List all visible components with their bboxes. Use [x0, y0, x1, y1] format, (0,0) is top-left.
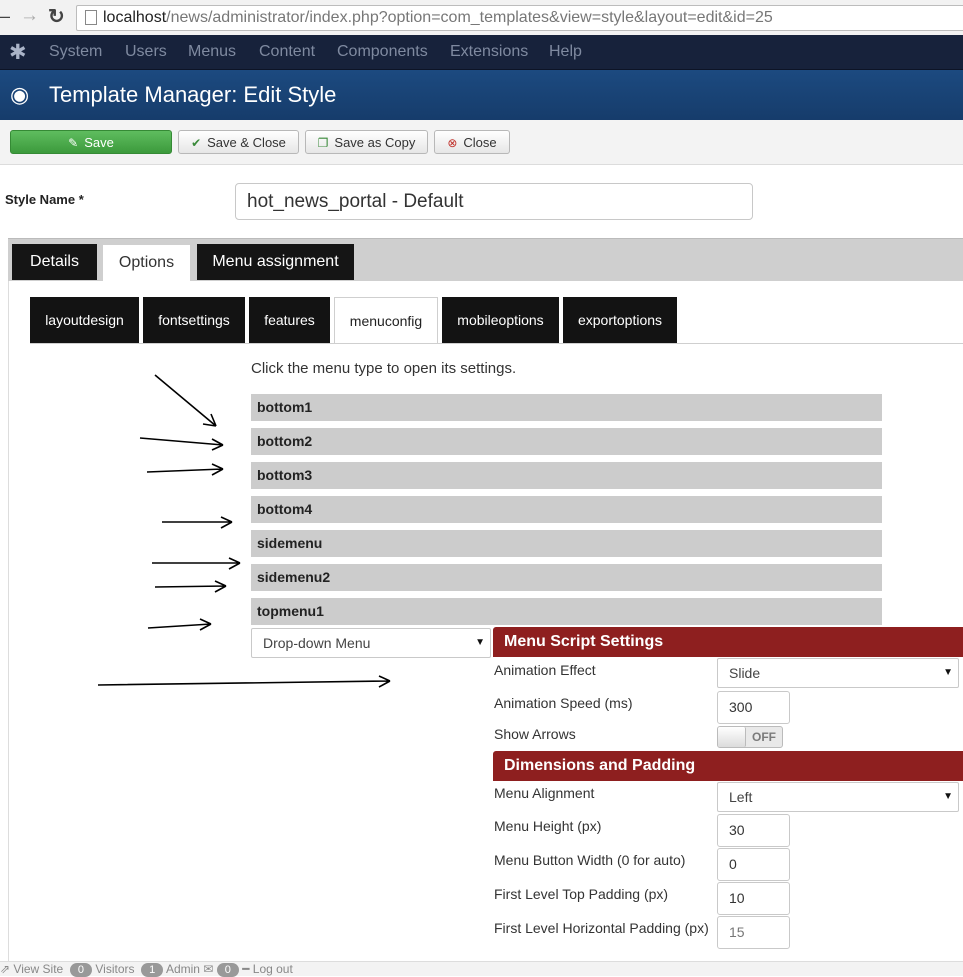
share-icon: ⇗ — [0, 962, 11, 976]
annotation-arrows — [97, 374, 391, 688]
minus-icon: ━ — [242, 962, 250, 976]
arrow-3 — [146, 463, 224, 476]
mail-icon: ✉ — [203, 962, 214, 976]
view-site-link[interactable]: View Site — [13, 962, 63, 976]
arrow-1 — [154, 374, 217, 427]
arrow-8 — [97, 675, 391, 688]
arrow-6 — [154, 580, 227, 593]
logout-link[interactable]: Log out — [253, 962, 293, 976]
status-bar: ⇗ View Site 0 Visitors 1 Admin ✉ 0 ━ Log… — [0, 961, 963, 977]
visitors-label: Visitors — [95, 962, 135, 976]
arrow-5 — [152, 557, 241, 570]
arrow-2 — [139, 437, 224, 451]
admin-label: Admin — [165, 962, 200, 976]
arrow-7 — [147, 618, 212, 631]
arrow-4 — [162, 516, 233, 529]
